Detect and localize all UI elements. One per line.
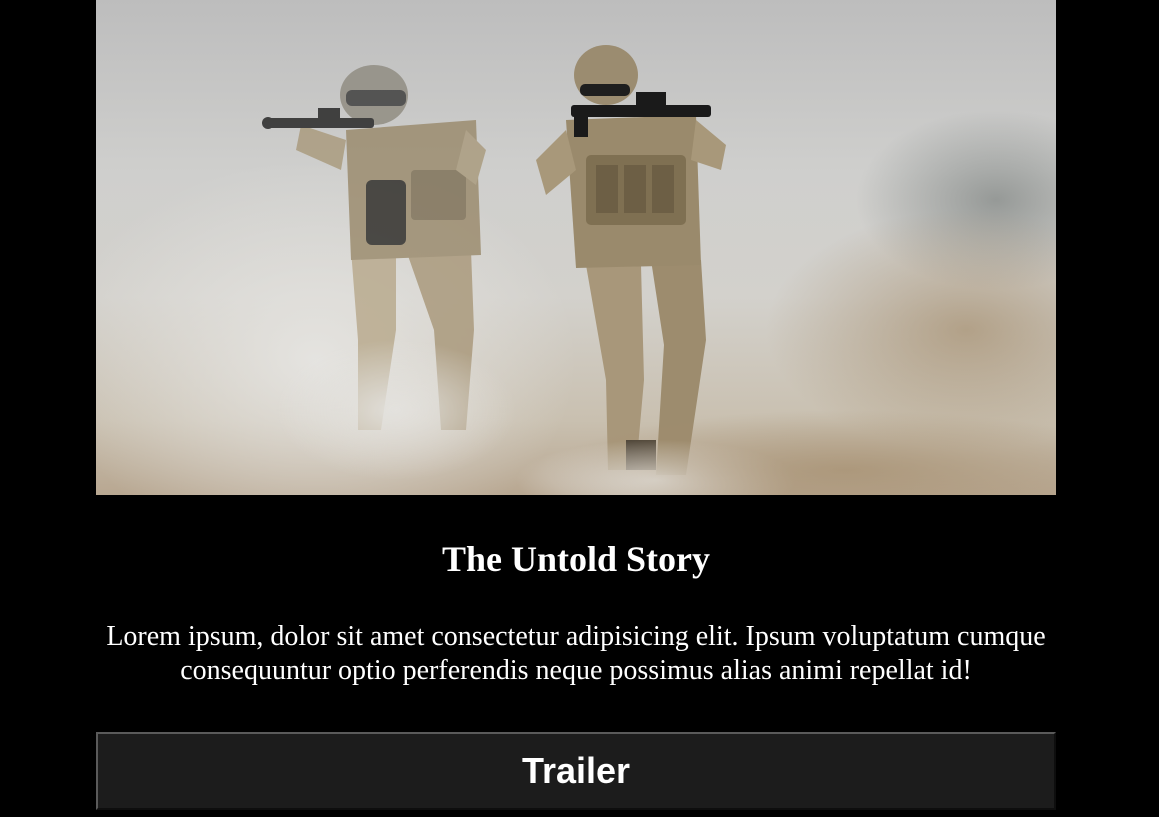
hero-image-photo xyxy=(96,45,1056,495)
movie-description: Lorem ipsum, dolor sit amet consectetur … xyxy=(106,621,1046,686)
trailer-button[interactable]: Trailer xyxy=(96,732,1056,810)
main-container: The Untold Story Lorem ipsum, dolor sit … xyxy=(96,0,1056,817)
hero-image xyxy=(96,0,1056,495)
movie-title: The Untold Story xyxy=(441,539,711,579)
